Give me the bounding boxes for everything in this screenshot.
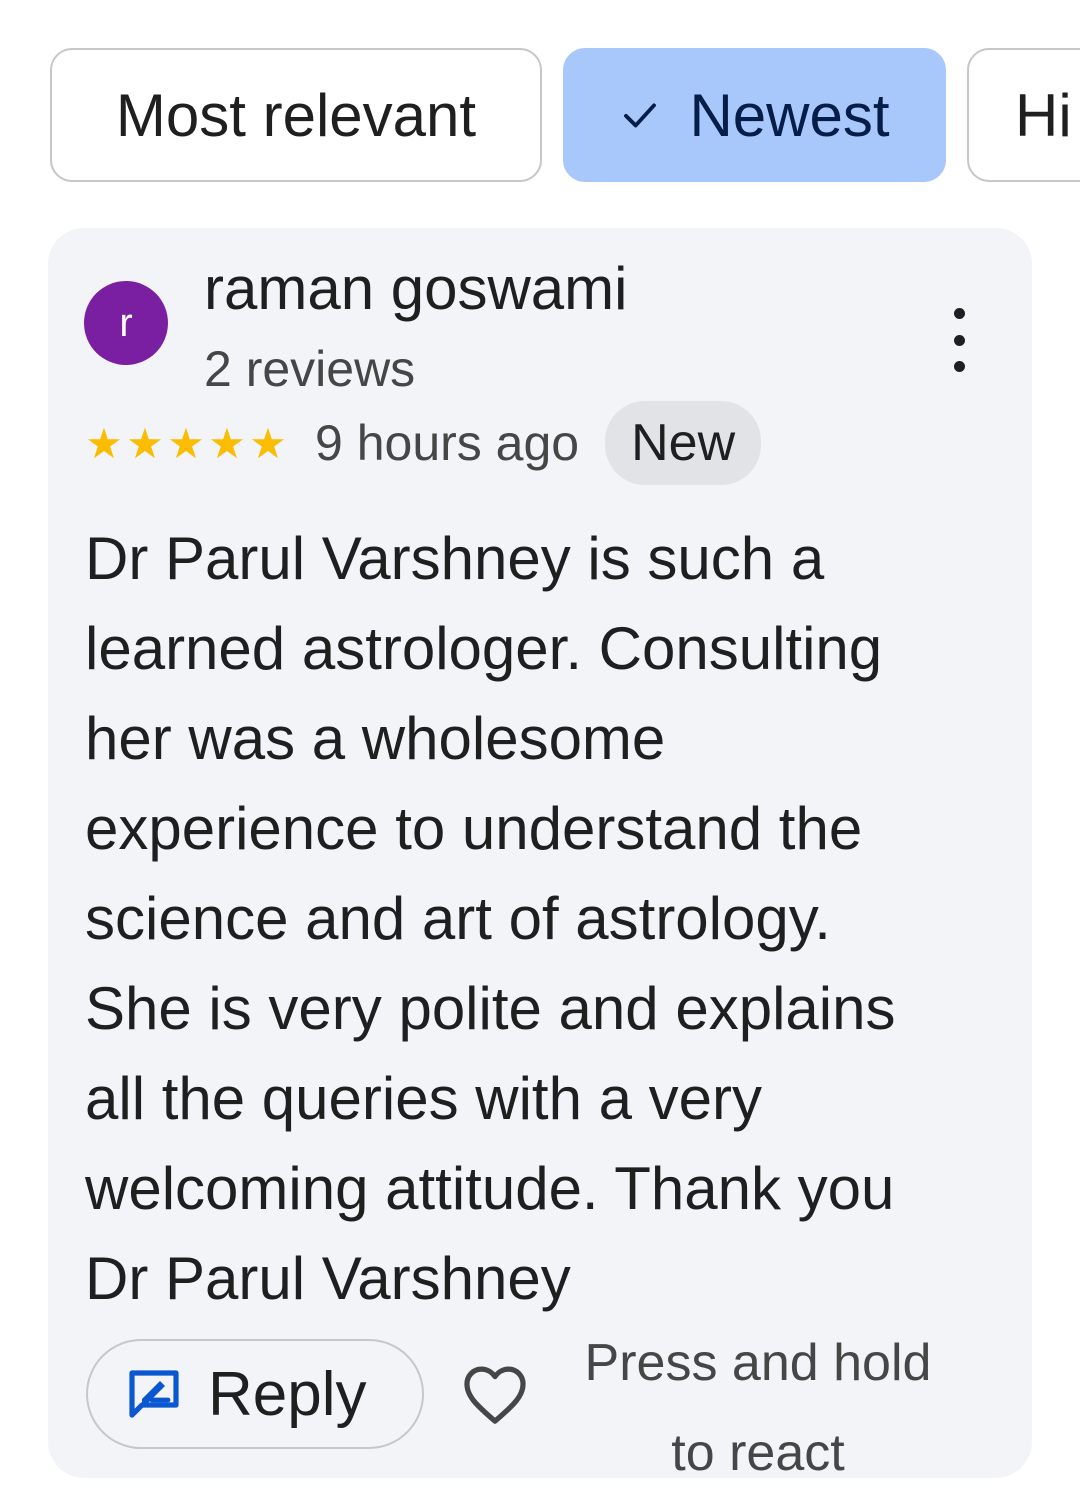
star-icon: ★: [167, 419, 206, 467]
sort-filter-bar: Most relevant Newest Hi: [0, 0, 1080, 210]
review-text-line: learned astrologer. Consulting: [85, 615, 883, 682]
review-text-line: all the queries with a very: [85, 1065, 762, 1132]
react-hint: Press and hold to react: [558, 1318, 958, 1498]
review-text-line: science and art of astrology.: [85, 885, 831, 952]
sort-chip-label: Hi: [1015, 81, 1072, 149]
reply-edit-icon: [129, 1370, 179, 1418]
new-badge: New: [605, 401, 762, 485]
sort-chip-label: Newest: [689, 81, 890, 149]
review-time: 9 hours ago: [315, 415, 580, 471]
reviews-screen: Most relevant Newest Hi r raman goswami …: [0, 0, 1080, 1500]
review-text-line: experience to understand the: [85, 795, 863, 862]
react-hint-line: to react: [671, 1424, 845, 1482]
star-icon: ★: [85, 419, 124, 467]
star-icon: ★: [126, 419, 165, 467]
more-vert-icon: [953, 308, 965, 319]
react-hint-line: Press and hold: [584, 1334, 932, 1392]
reviewer-name[interactable]: raman goswami: [204, 254, 628, 323]
star-icon: ★: [249, 419, 288, 467]
sort-chip-most-relevant[interactable]: Most relevant: [50, 48, 542, 182]
more-options-button[interactable]: [934, 308, 984, 372]
star-icon: ★: [208, 419, 247, 467]
sort-chip-newest[interactable]: Newest: [563, 48, 946, 182]
heart-outline-icon[interactable]: [462, 1364, 528, 1426]
sort-chip-highest[interactable]: Hi: [967, 48, 1080, 182]
review-text-line: Dr Parul Varshney: [85, 1245, 571, 1312]
sort-chip-label: Most relevant: [115, 81, 477, 149]
review-text-line: Dr Parul Varshney is such a: [85, 525, 825, 592]
reviewer-review-count: 2 reviews: [204, 341, 416, 397]
check-icon: [624, 103, 657, 128]
reply-label: Reply: [208, 1359, 367, 1429]
review-card: r raman goswami 2 reviews ★ ★ ★ ★ ★ 9 ho…: [48, 228, 1032, 1482]
reply-button[interactable]: Reply: [86, 1339, 424, 1449]
review-text-line: her was a wholesome: [85, 705, 666, 772]
avatar-initial: r: [119, 300, 133, 345]
review-text-line: She is very polite and explains: [85, 975, 896, 1042]
review-text: Dr Parul Varshney is such a learned astr…: [85, 514, 985, 1324]
review-text-line: welcoming attitude. Thank you: [85, 1155, 895, 1222]
avatar[interactable]: r: [84, 281, 168, 365]
rating-row: ★ ★ ★ ★ ★ 9 hours ago New: [84, 400, 762, 486]
star-rating: ★ ★ ★ ★ ★: [84, 419, 289, 468]
